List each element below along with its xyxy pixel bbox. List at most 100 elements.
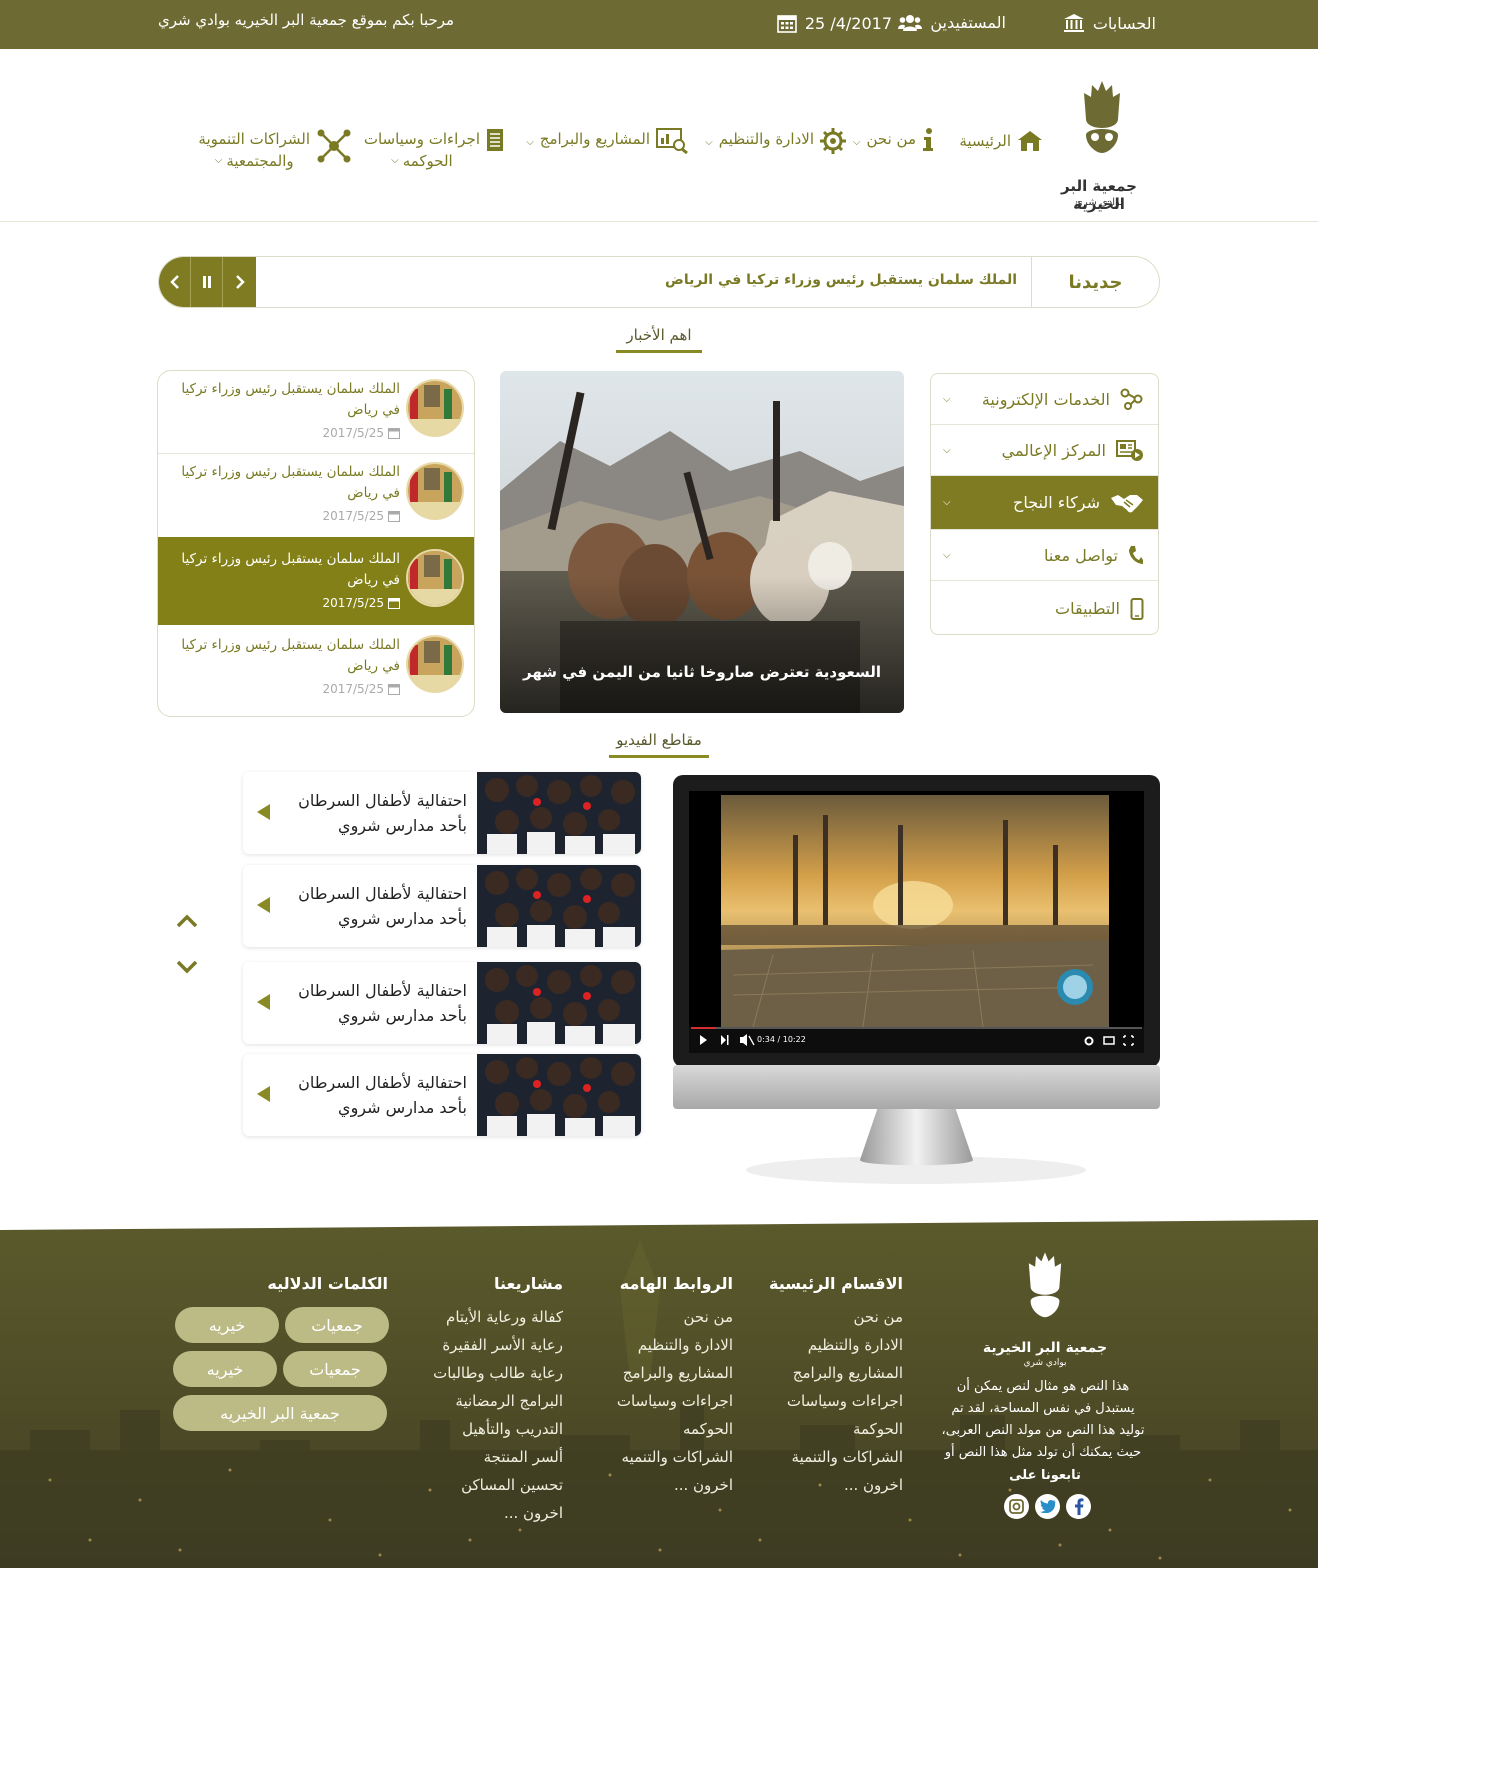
ticker-controls bbox=[159, 257, 256, 307]
site-logo[interactable]: جمعية البر الخيرية بوادي شري bbox=[1040, 79, 1158, 214]
news-thumbnail bbox=[406, 635, 464, 693]
accounts-link[interactable]: الحسابات bbox=[1063, 13, 1156, 33]
footer-link[interactable]: اخرون ... bbox=[423, 1499, 563, 1527]
news-list-item[interactable]: الملك سلمان يستقبل رئيس وزراء تركيا في ر… bbox=[158, 454, 474, 538]
side-item-label: الخدمات الإلكترونية bbox=[981, 389, 1110, 409]
footer-link[interactable]: المشاريع والبرامج bbox=[593, 1359, 733, 1387]
side-item-apps[interactable]: التطبيقات bbox=[931, 581, 1158, 634]
nav-governance[interactable]: اجراءات وسياسات الحوكمه ⌵ bbox=[364, 128, 504, 172]
nav-projects[interactable]: المشاريع والبرامج ⌵ bbox=[526, 128, 688, 154]
footer-link[interactable]: الحوكمه bbox=[593, 1415, 733, 1443]
date-text: 25 /4/2017 bbox=[804, 13, 892, 33]
footer-link[interactable]: الحوكمة bbox=[763, 1415, 903, 1443]
news-thumbnail bbox=[406, 379, 464, 437]
video-scroll-down-button[interactable] bbox=[174, 956, 200, 978]
footer-link[interactable]: رعاية طالب وطالبات bbox=[423, 1359, 563, 1387]
nav-projects-label: المشاريع والبرامج bbox=[539, 130, 650, 148]
footer-link[interactable]: الشراكات والتنمية bbox=[763, 1443, 903, 1471]
footer-link[interactable]: اجراءات وسياسات bbox=[763, 1387, 903, 1415]
nav-partnerships-label-2: والمجتمعية bbox=[226, 152, 294, 170]
footer-link[interactable]: اخرون ... bbox=[593, 1471, 733, 1499]
chevron-down-icon: ⌵ bbox=[943, 444, 951, 456]
footer-link[interactable]: كفالة ورعاية الأيتام bbox=[423, 1303, 563, 1331]
nav-governance-label-2: الحوكمه bbox=[402, 152, 453, 170]
info-icon bbox=[923, 128, 933, 151]
nav-about[interactable]: من نحن ⌵ bbox=[853, 128, 934, 154]
instagram-button[interactable] bbox=[1004, 1494, 1029, 1519]
keyword-tag[interactable]: جمعية البر الخيريه bbox=[173, 1395, 387, 1431]
logo-emblem-icon bbox=[1084, 81, 1120, 153]
news-list-item[interactable]: الملك سلمان يستقبل رئيس وزراء تركيا في ر… bbox=[158, 627, 474, 711]
side-item-contact[interactable]: تواصل معنا ⌵ bbox=[931, 530, 1158, 581]
chevron-down-icon: ⌵ bbox=[943, 393, 951, 405]
video-list-item[interactable]: احتفالية لأطفال السرطان بأحد مدارس شروي bbox=[243, 865, 641, 947]
services-icon bbox=[1120, 388, 1143, 410]
footer-col-title: الروابط الهامه bbox=[619, 1274, 733, 1293]
video-title: احتفالية لأطفال السرطان بأحد مدارس شروي bbox=[267, 978, 467, 1028]
video-list-item[interactable]: احتفالية لأطفال السرطان بأحد مدارس شروي bbox=[243, 1054, 641, 1136]
keyword-tag[interactable]: جمعيات bbox=[283, 1351, 387, 1387]
footer-link[interactable]: الادارة والتنظيم bbox=[763, 1331, 903, 1359]
video-title-line: بأحد مدارس شروي bbox=[338, 1098, 467, 1117]
footer-link[interactable]: تحسين المساكن bbox=[423, 1471, 563, 1499]
side-item-services[interactable]: الخدمات الإلكترونية ⌵ bbox=[931, 374, 1158, 425]
nav-partnerships[interactable]: الشراكات التنموية والمجتمعية ⌵ bbox=[198, 128, 352, 172]
video-title-line: احتفالية لأطفال السرطان bbox=[298, 981, 467, 1000]
footer-about-line: يستبدل في نفس المساحة، لقد تم bbox=[951, 1401, 1135, 1416]
video-screen[interactable] bbox=[721, 795, 1109, 1023]
footer-link[interactable]: التدريب والتأهيل bbox=[423, 1415, 563, 1443]
footer-col-title: الكلمات الدلاليه bbox=[267, 1274, 388, 1293]
play-arrow-icon bbox=[257, 897, 270, 913]
news-date-text: 2017/5/25 bbox=[322, 509, 384, 523]
beneficiaries-link[interactable]: المستفيدين bbox=[898, 13, 1006, 32]
news-date: 2017/5/25 bbox=[322, 682, 400, 696]
facebook-button[interactable] bbox=[1066, 1494, 1091, 1519]
video-list-item[interactable]: احتفالية لأطفال السرطان بأحد مدارس شروي bbox=[243, 772, 641, 854]
featured-news[interactable]: السعودية تعترض صاروخا ثانيا من اليمن في … bbox=[500, 371, 904, 713]
ticker-next-button[interactable] bbox=[223, 257, 256, 307]
footer-link[interactable]: من نحن bbox=[763, 1303, 904, 1331]
section-underline bbox=[609, 755, 709, 758]
ticker-prev-button[interactable] bbox=[159, 257, 191, 307]
keyword-tag[interactable]: خيريه bbox=[173, 1351, 277, 1387]
video-title-line: احتفالية لأطفال السرطان bbox=[298, 791, 467, 810]
side-item-label: التطبيقات bbox=[1055, 599, 1120, 618]
side-item-label: شركاء النجاح bbox=[1012, 493, 1100, 512]
video-list-item[interactable]: احتفالية لأطفال السرطان بأحد مدارس شروي bbox=[243, 962, 641, 1044]
nav-home-label: الرئيسية bbox=[959, 132, 1011, 150]
footer-about-line: هذا النص هو مثال لنص يمكن أن bbox=[956, 1379, 1130, 1394]
ticker-headline[interactable]: الملك سلمان يستقبل رئيس وزراء تركيا في ا… bbox=[665, 272, 1017, 288]
footer-link[interactable]: الادارة والتنظيم bbox=[593, 1331, 733, 1359]
section-underline bbox=[616, 350, 702, 353]
network-icon bbox=[317, 129, 351, 163]
keyword-tag[interactable]: جمعيات bbox=[285, 1307, 389, 1343]
ticker-pause-button[interactable] bbox=[191, 257, 223, 307]
side-item-label: المركز الإعالمي bbox=[1001, 440, 1106, 460]
footer-link[interactable]: اخرون ... bbox=[763, 1471, 903, 1499]
footer-link[interactable]: ألسر المنتجة bbox=[423, 1443, 563, 1471]
keyword-tag[interactable]: خيريه bbox=[175, 1307, 279, 1343]
side-item-media[interactable]: المركز الإعالمي ⌵ bbox=[931, 425, 1158, 476]
news-list-item[interactable]: الملك سلمان يستقبل رئيس وزراء تركيا في ر… bbox=[158, 371, 474, 455]
chevron-down-icon: ⌵ bbox=[526, 137, 534, 148]
footer-link[interactable]: رعاية الأسر الفقيرة bbox=[423, 1331, 563, 1359]
footer-link[interactable]: اجراءات وسياسات bbox=[593, 1387, 733, 1415]
footer-link[interactable]: المشاريع والبرامج bbox=[763, 1359, 903, 1387]
footer-link[interactable]: من نحن bbox=[593, 1303, 734, 1331]
video-scroll-up-button[interactable] bbox=[174, 910, 200, 932]
footer: جمعية البر الخيرية بوادي شري هذا النص هو… bbox=[0, 1220, 1318, 1568]
twitter-button[interactable] bbox=[1035, 1494, 1060, 1519]
video-controls[interactable] bbox=[689, 1025, 1144, 1053]
side-item-partners[interactable]: شركاء النجاح ⌵ bbox=[931, 476, 1158, 530]
news-date: 2017/5/25 bbox=[322, 509, 400, 523]
side-menu: الخدمات الإلكترونية ⌵ المركز الإعالمي ⌵ … bbox=[930, 373, 1159, 635]
nav-partnerships-label-1: الشراكات التنموية bbox=[198, 130, 310, 148]
footer-link[interactable]: البرامج الرمضانية bbox=[423, 1387, 563, 1415]
nav-home[interactable]: الرئيسية bbox=[959, 130, 1043, 152]
news-list-item-active[interactable]: الملك سلمان يستقبل رئيس وزراء تركيا في ر… bbox=[158, 537, 474, 625]
play-arrow-icon bbox=[257, 994, 270, 1010]
video-title-line: بأحد مدارس شروي bbox=[338, 909, 467, 928]
footer-link[interactable]: الشراكات والتنميه bbox=[593, 1443, 733, 1471]
nav-admin[interactable]: الادارة والتنظيم ⌵ bbox=[705, 128, 846, 154]
news-thumbnail bbox=[406, 462, 464, 520]
